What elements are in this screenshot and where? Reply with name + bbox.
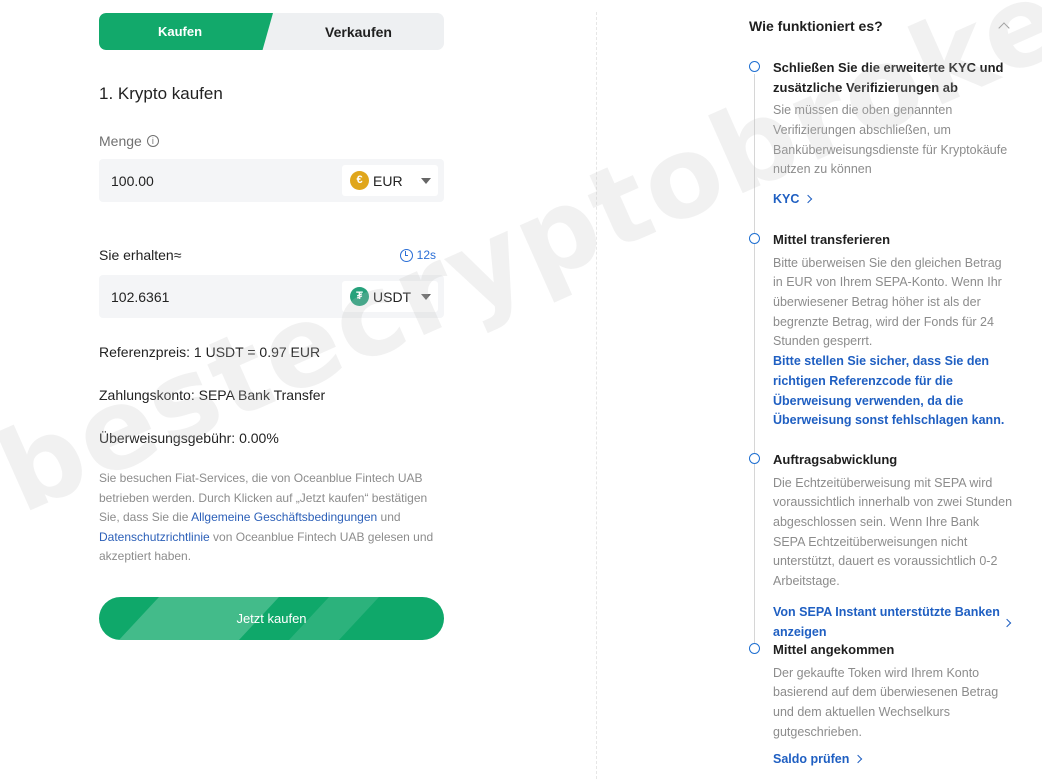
step-title: 1. Krypto kaufen bbox=[99, 84, 223, 103]
chevron-right-icon bbox=[804, 194, 813, 204]
tab-sell[interactable]: Verkaufen bbox=[273, 24, 444, 40]
steps-list: Schließen Sie die erweiterte KYC und zus… bbox=[749, 58, 1014, 766]
step-title: Mittel angekommen bbox=[773, 642, 895, 657]
chevron-right-icon bbox=[854, 755, 863, 764]
step-circle-icon bbox=[749, 233, 760, 244]
check-balance-link[interactable]: Saldo prüfen bbox=[773, 752, 1014, 766]
step-circle-icon bbox=[749, 453, 760, 464]
chevron-right-icon bbox=[1002, 618, 1012, 627]
step-circle-icon bbox=[749, 61, 760, 72]
step-item: Mittel transferieren Bitte überweisen Si… bbox=[749, 230, 1014, 450]
tab-buy-label: Kaufen bbox=[157, 24, 203, 39]
how-it-works-title: Wie funktioniert es? bbox=[749, 18, 883, 34]
caret-down-icon bbox=[421, 178, 431, 184]
step-item: Schließen Sie die erweiterte KYC und zus… bbox=[749, 58, 1014, 230]
receive-label-row: Sie erhalten≈ 12s bbox=[99, 245, 444, 265]
amount-input[interactable]: 100.00 bbox=[111, 173, 154, 189]
step-description: Bitte überweisen Sie den gleichen Betrag… bbox=[773, 255, 1002, 349]
currency-code: USDT bbox=[373, 289, 412, 305]
step-item: Auftragsabwicklung Die Echtzeitüberweisu… bbox=[749, 450, 1014, 640]
how-it-works-panel: Wie funktioniert es? Schließen Sie die e… bbox=[749, 17, 1014, 766]
info-icon[interactable]: i bbox=[146, 135, 159, 147]
terms-link[interactable]: Allgemeine Geschäftsbedingungen bbox=[191, 510, 377, 524]
step-title: Mittel transferieren bbox=[773, 232, 891, 247]
step-description: Sie müssen die oben genannten Verifizier… bbox=[773, 103, 1008, 177]
amount-field: 100.00 € EUR bbox=[99, 159, 444, 202]
refresh-timer: 12s bbox=[399, 248, 436, 262]
step-title: Schließen Sie die erweiterte KYC und zus… bbox=[773, 60, 1004, 95]
disclaimer-text: und bbox=[377, 510, 401, 525]
sepa-banks-link-label: Von SEPA Instant unterstützte Banken anz… bbox=[773, 604, 1000, 639]
caret-down-icon bbox=[421, 294, 431, 300]
receive-amount: 102.6361 bbox=[111, 289, 170, 305]
kyc-link-label: KYC bbox=[773, 192, 800, 206]
step-description: Die Echtzeitüberweisung mit SEPA wird vo… bbox=[773, 475, 1013, 589]
buy-panel: Kaufen Verkaufen 1. Krypto kaufen Menge … bbox=[99, 13, 444, 640]
buy-now-label: Jetzt kaufen bbox=[236, 610, 307, 626]
step-warning: Bitte stellen Sie sicher, dass Sie den r… bbox=[773, 354, 1005, 428]
currency-select-usdt[interactable]: ₮ USDT bbox=[342, 281, 438, 312]
disclaimer: Sie besuchen Fiat-Services, die von Ocea… bbox=[99, 469, 444, 567]
currency-code: EUR bbox=[373, 173, 403, 189]
tab-buy[interactable]: Kaufen bbox=[99, 13, 273, 50]
privacy-link[interactable]: Datenschutzrichtlinie bbox=[99, 530, 210, 544]
reference-price: Referenzpreis: 1 USDT = 0.97 EUR bbox=[99, 344, 321, 360]
step-circle-icon bbox=[749, 643, 760, 654]
buy-now-button[interactable]: Jetzt kaufen bbox=[99, 596, 444, 640]
sepa-banks-link[interactable]: Von SEPA Instant unterstützte Banken anz… bbox=[773, 603, 1014, 642]
clock-icon bbox=[399, 248, 413, 262]
how-it-works-header[interactable]: Wie funktioniert es? bbox=[749, 17, 1014, 35]
step-item: Mittel angekommen Der gekaufte Token wir… bbox=[749, 640, 1014, 766]
timer-value: 12s bbox=[416, 248, 436, 262]
receive-label: Sie erhalten≈ bbox=[99, 247, 182, 263]
step-title: Auftragsabwicklung bbox=[773, 452, 898, 467]
receive-field: 102.6361 ₮ USDT bbox=[99, 275, 444, 318]
transfer-fee: Überweisungsgebühr: 0.00% bbox=[99, 430, 279, 446]
tether-coin-icon: ₮ bbox=[350, 287, 369, 306]
chevron-up-icon[interactable] bbox=[998, 22, 1010, 34]
payment-account: Zahlungskonto: SEPA Bank Transfer bbox=[99, 387, 326, 403]
panel-divider bbox=[596, 12, 597, 779]
euro-coin-icon: € bbox=[350, 171, 369, 190]
currency-select-eur[interactable]: € EUR bbox=[342, 165, 438, 196]
buy-sell-tabs: Kaufen Verkaufen bbox=[99, 13, 444, 50]
kyc-link[interactable]: KYC bbox=[773, 192, 1014, 206]
amount-label-row: Menge i bbox=[99, 133, 444, 149]
check-balance-label: Saldo prüfen bbox=[773, 752, 850, 767]
amount-label: Menge bbox=[99, 133, 142, 149]
step-description: Der gekaufte Token wird Ihrem Konto basi… bbox=[773, 665, 999, 739]
